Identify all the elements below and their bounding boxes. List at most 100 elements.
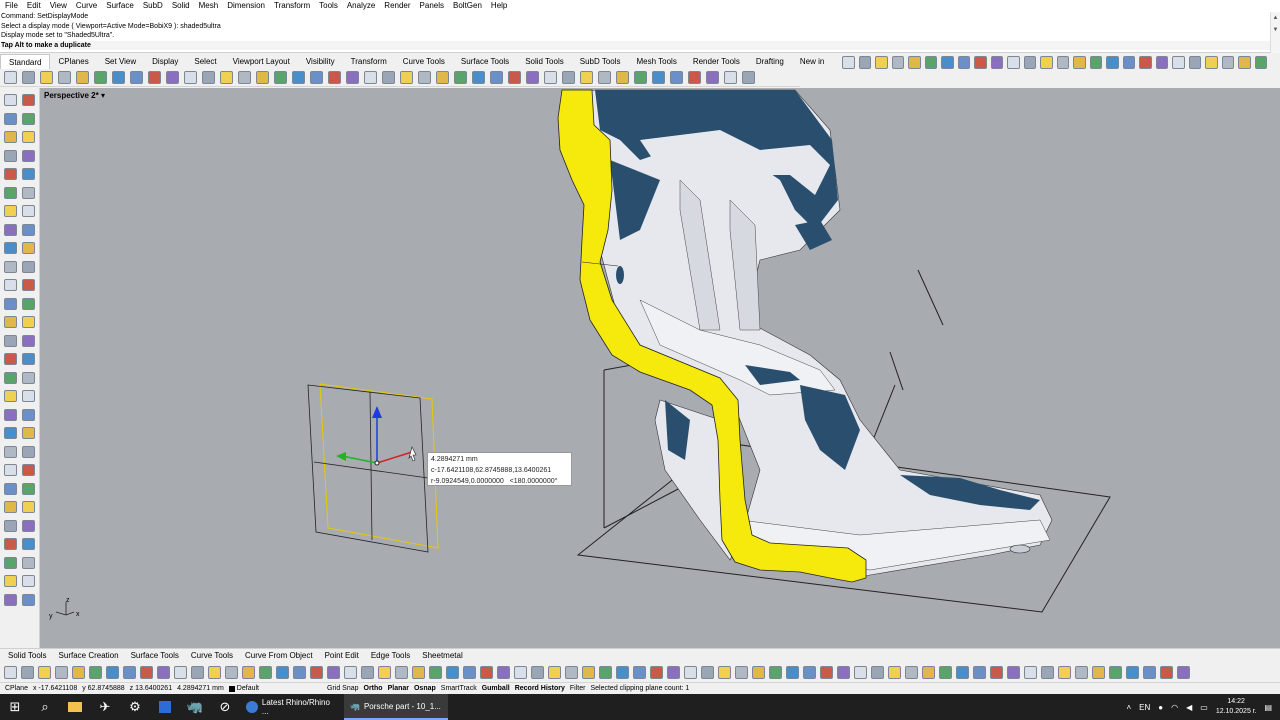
left-tool-icon[interactable]	[4, 445, 17, 458]
standard-tool-icon[interactable]	[724, 71, 737, 84]
bottom-tool-icon[interactable]	[973, 665, 986, 679]
standard-tool-icon[interactable]	[112, 71, 125, 84]
bottom-tool-icon[interactable]	[38, 665, 51, 679]
notifications-icon[interactable]: ▤	[1264, 703, 1272, 712]
ribbon-tab-visibility[interactable]: Visibility	[298, 54, 343, 69]
left-tool-icon[interactable]	[4, 427, 17, 439]
left-tool-icon[interactable]	[22, 223, 35, 236]
bottom-tool-icon[interactable]	[378, 665, 391, 679]
bottom-tool-icon[interactable]	[4, 665, 17, 679]
left-tool-icon[interactable]	[22, 519, 35, 532]
bottom-tool-icon[interactable]	[463, 665, 476, 679]
bottom-tool-icon[interactable]	[1109, 665, 1122, 679]
ribbon-tab-solid-tools[interactable]: Solid Tools	[517, 54, 572, 69]
quick-tool-icon[interactable]	[1188, 55, 1201, 69]
bottom-tab-solid-tools[interactable]: Solid Tools	[8, 651, 47, 660]
bottom-tool-icon[interactable]	[106, 665, 119, 679]
standard-tool-icon[interactable]	[202, 71, 215, 84]
bottom-tool-icon[interactable]	[735, 665, 748, 679]
quick-tool-icon[interactable]	[1073, 55, 1086, 69]
left-tool-icon[interactable]	[4, 297, 17, 310]
standard-tool-icon[interactable]	[58, 71, 71, 84]
bottom-tool-icon[interactable]	[412, 665, 425, 679]
bottom-tool-icon[interactable]	[633, 665, 646, 679]
left-tool-icon[interactable]	[22, 168, 35, 180]
bottom-tool-icon[interactable]	[344, 665, 357, 679]
ribbon-tab-surface-tools[interactable]: Surface Tools	[453, 54, 517, 69]
menu-item-curve[interactable]: Curve	[76, 0, 97, 12]
ribbon-tab-transform[interactable]: Transform	[343, 54, 395, 69]
left-tool-icon[interactable]	[4, 556, 17, 569]
left-tool-icon[interactable]	[4, 482, 17, 495]
menu-item-help[interactable]: Help	[491, 0, 507, 12]
bottom-tool-icon[interactable]	[497, 665, 510, 679]
status-smarttrack[interactable]: SmartTrack	[441, 685, 477, 692]
left-tool-icon[interactable]	[4, 260, 17, 273]
volume-icon[interactable]: ◀	[1186, 703, 1192, 712]
quick-tool-icon[interactable]	[1023, 55, 1036, 69]
battery-icon[interactable]: ▭	[1200, 703, 1208, 712]
quick-tool-icon[interactable]	[957, 55, 970, 69]
bottom-tab-curve-from-object[interactable]: Curve From Object	[245, 651, 313, 660]
standard-tool-icon[interactable]	[562, 71, 575, 84]
left-tool-icon[interactable]	[22, 556, 35, 569]
ribbon-tab-new-in[interactable]: New in	[792, 54, 832, 69]
left-tool-icon[interactable]	[4, 501, 17, 513]
rhino-icon[interactable]: 🦏	[180, 694, 210, 720]
bottom-tool-icon[interactable]	[548, 665, 561, 679]
standard-tool-icon[interactable]	[130, 71, 143, 84]
ribbon-tab-set-view[interactable]: Set View	[97, 54, 144, 69]
gumball-x-axis[interactable]	[376, 451, 413, 464]
app-icon-2[interactable]: ⚙	[120, 694, 150, 720]
bottom-tool-icon[interactable]	[956, 665, 969, 679]
bottom-tab-edge-tools[interactable]: Edge Tools	[371, 651, 410, 660]
left-tool-icon[interactable]	[22, 149, 35, 162]
bottom-tool-icon[interactable]	[905, 665, 918, 679]
quick-tool-icon[interactable]	[974, 55, 987, 69]
bottom-tool-icon[interactable]	[582, 665, 595, 679]
left-tool-icon[interactable]	[22, 205, 35, 217]
bottom-tool-icon[interactable]	[242, 665, 255, 679]
standard-tool-icon[interactable]	[508, 71, 521, 84]
bottom-tool-icon[interactable]	[939, 665, 952, 679]
left-tool-icon[interactable]	[22, 131, 35, 143]
left-tool-icon[interactable]	[4, 519, 17, 532]
standard-tool-icon[interactable]	[94, 71, 107, 84]
status-grid-snap[interactable]: Grid Snap	[327, 685, 359, 692]
bottom-tab-surface-tools[interactable]: Surface Tools	[131, 651, 179, 660]
bottom-tool-icon[interactable]	[480, 665, 493, 679]
status-layer[interactable]: Default	[237, 685, 259, 692]
standard-tool-icon[interactable]	[310, 71, 323, 84]
bottom-tool-icon[interactable]	[1041, 665, 1054, 679]
bottom-tool-icon[interactable]	[871, 665, 884, 679]
left-tool-icon[interactable]	[22, 242, 35, 254]
standard-tool-icon[interactable]	[256, 71, 269, 84]
quick-tool-icon[interactable]	[1254, 55, 1267, 69]
ribbon-tab-mesh-tools[interactable]: Mesh Tools	[629, 54, 685, 69]
standard-tool-icon[interactable]	[616, 71, 629, 84]
quick-tool-icon[interactable]	[1155, 55, 1168, 69]
menu-item-tools[interactable]: Tools	[319, 0, 338, 12]
bottom-tool-icon[interactable]	[327, 665, 340, 679]
viewport-title[interactable]: Perspective 2* ▾	[42, 90, 107, 101]
standard-tool-icon[interactable]	[22, 71, 35, 84]
quick-tool-icon[interactable]	[1007, 55, 1020, 69]
ribbon-tab-cplanes[interactable]: CPlanes	[50, 54, 96, 69]
standard-tool-icon[interactable]	[274, 71, 287, 84]
bottom-tool-icon[interactable]	[72, 665, 85, 679]
menu-item-mesh[interactable]: Mesh	[199, 0, 219, 12]
bottom-tool-icon[interactable]	[361, 665, 374, 679]
menu-item-boltgen[interactable]: BoltGen	[453, 0, 482, 12]
ribbon-tab-standard[interactable]: Standard	[0, 54, 51, 69]
quick-tool-icon[interactable]	[875, 55, 888, 69]
left-tool-icon[interactable]	[22, 353, 35, 365]
bottom-tool-icon[interactable]	[259, 665, 272, 679]
bottom-tool-icon[interactable]	[55, 665, 68, 679]
layer-swatch[interactable]	[228, 685, 235, 692]
standard-tool-icon[interactable]	[76, 71, 89, 84]
status-osnap[interactable]: Osnap	[414, 685, 436, 692]
quick-tool-icon[interactable]	[1106, 55, 1119, 69]
bottom-tool-icon[interactable]	[1160, 665, 1173, 679]
left-tool-icon[interactable]	[22, 260, 35, 273]
bottom-tool-icon[interactable]	[1143, 665, 1156, 679]
